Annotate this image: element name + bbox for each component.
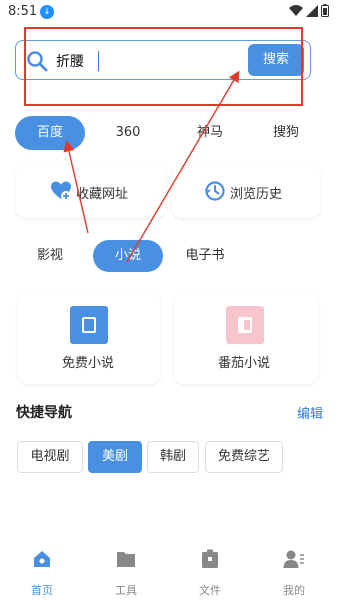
chip-us-drama[interactable]: 美剧 [88, 441, 142, 473]
fanqie-novel-label: 番茄小说 [218, 356, 271, 371]
status-bar: 8:51 ↓ [0, 0, 337, 24]
user-icon [283, 550, 304, 568]
nav-files-label: 文件 [199, 584, 221, 597]
favorites-card[interactable]: 收藏网址 [16, 166, 166, 218]
nav-mine-label: 我的 [283, 584, 305, 597]
tab-video[interactable]: 影视 [30, 240, 70, 272]
home-icon [34, 551, 50, 567]
free-novel-label: 免费小说 [62, 356, 115, 371]
nav-home-label: 首页 [31, 584, 53, 597]
wifi-icon [289, 4, 303, 16]
chip-tv-drama[interactable]: 电视剧 [17, 441, 83, 473]
nav-files[interactable]: 文件 [180, 548, 240, 598]
tools-folder-icon [117, 552, 135, 567]
battery-icon [321, 4, 329, 17]
download-icon: ↓ [40, 5, 54, 19]
book-icon [70, 306, 108, 344]
fanqie-book-icon [226, 306, 264, 344]
engine-tab-sogou[interactable]: 搜狗 [266, 116, 306, 150]
fanqie-novel-card[interactable]: 番茄小说 [174, 292, 318, 384]
history-card[interactable]: 浏览历史 [172, 166, 320, 218]
free-novel-card[interactable]: 免费小说 [18, 292, 160, 384]
nav-tools-label: 工具 [115, 584, 137, 597]
shortcut-title: 快捷导航 [16, 405, 72, 421]
status-icons [289, 4, 329, 17]
history-clock-icon [204, 181, 225, 201]
engine-tab-shenma[interactable]: 神马 [190, 116, 230, 150]
favorites-label: 收藏网址 [76, 187, 129, 202]
tab-ebook[interactable]: 电子书 [180, 240, 230, 272]
annotation-highlight-box [24, 27, 303, 106]
tab-novel[interactable]: 小说 [93, 240, 163, 272]
files-icon [202, 549, 218, 568]
signal-icon [306, 4, 318, 17]
favorite-heart-icon [51, 181, 71, 201]
engine-tab-360[interactable]: 360 [108, 116, 148, 150]
chip-free-variety[interactable]: 免费综艺 [205, 441, 283, 473]
nav-home[interactable]: 首页 [12, 548, 72, 598]
edit-link[interactable]: 编辑 [297, 403, 323, 422]
engine-tab-baidu[interactable]: 百度 [15, 116, 85, 150]
chip-kdrama[interactable]: 韩剧 [147, 441, 199, 473]
status-time: 8:51 [8, 4, 38, 19]
history-label: 浏览历史 [230, 187, 283, 202]
nav-tools[interactable]: 工具 [96, 548, 156, 598]
nav-mine[interactable]: 我的 [264, 548, 324, 598]
